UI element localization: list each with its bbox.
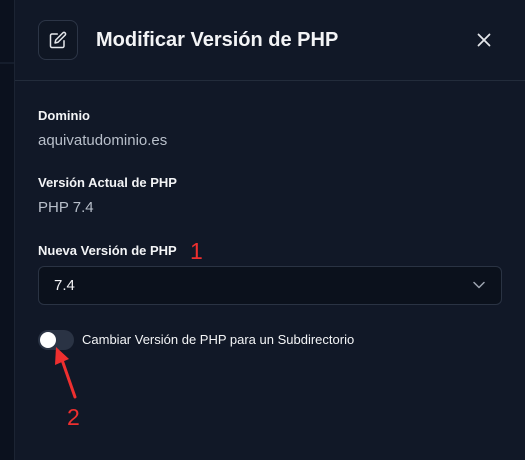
php-version-selected: 7.4 [54, 277, 75, 294]
new-version-label: Nueva Versión de PHP [38, 243, 177, 258]
current-version-value: PHP 7.4 [38, 199, 94, 216]
dialog-title: Modificar Versión de PHP [96, 29, 339, 51]
domain-value: aquivatudominio.es [38, 132, 168, 149]
chevron-down-icon [473, 281, 485, 289]
domain-label: Dominio [38, 108, 90, 123]
backdrop-divider [0, 62, 14, 64]
modify-php-version-dialog: Modificar Versión de PHP Dominio aquivat… [14, 0, 525, 460]
annotation-marker-1: 1 [190, 238, 203, 264]
close-button[interactable] [471, 27, 497, 53]
edit-icon [49, 31, 67, 49]
dialog-header: Modificar Versión de PHP [15, 0, 525, 81]
php-version-select[interactable]: 7.4 [38, 266, 502, 305]
close-icon [477, 33, 491, 47]
subdirectory-toggle-label: Cambiar Versión de PHP para un Subdirect… [82, 332, 355, 347]
header-icon-box [38, 20, 78, 60]
current-version-label: Versión Actual de PHP [38, 175, 177, 190]
annotation-marker-2: 2 [67, 404, 80, 430]
annotation-arrow [55, 347, 77, 399]
